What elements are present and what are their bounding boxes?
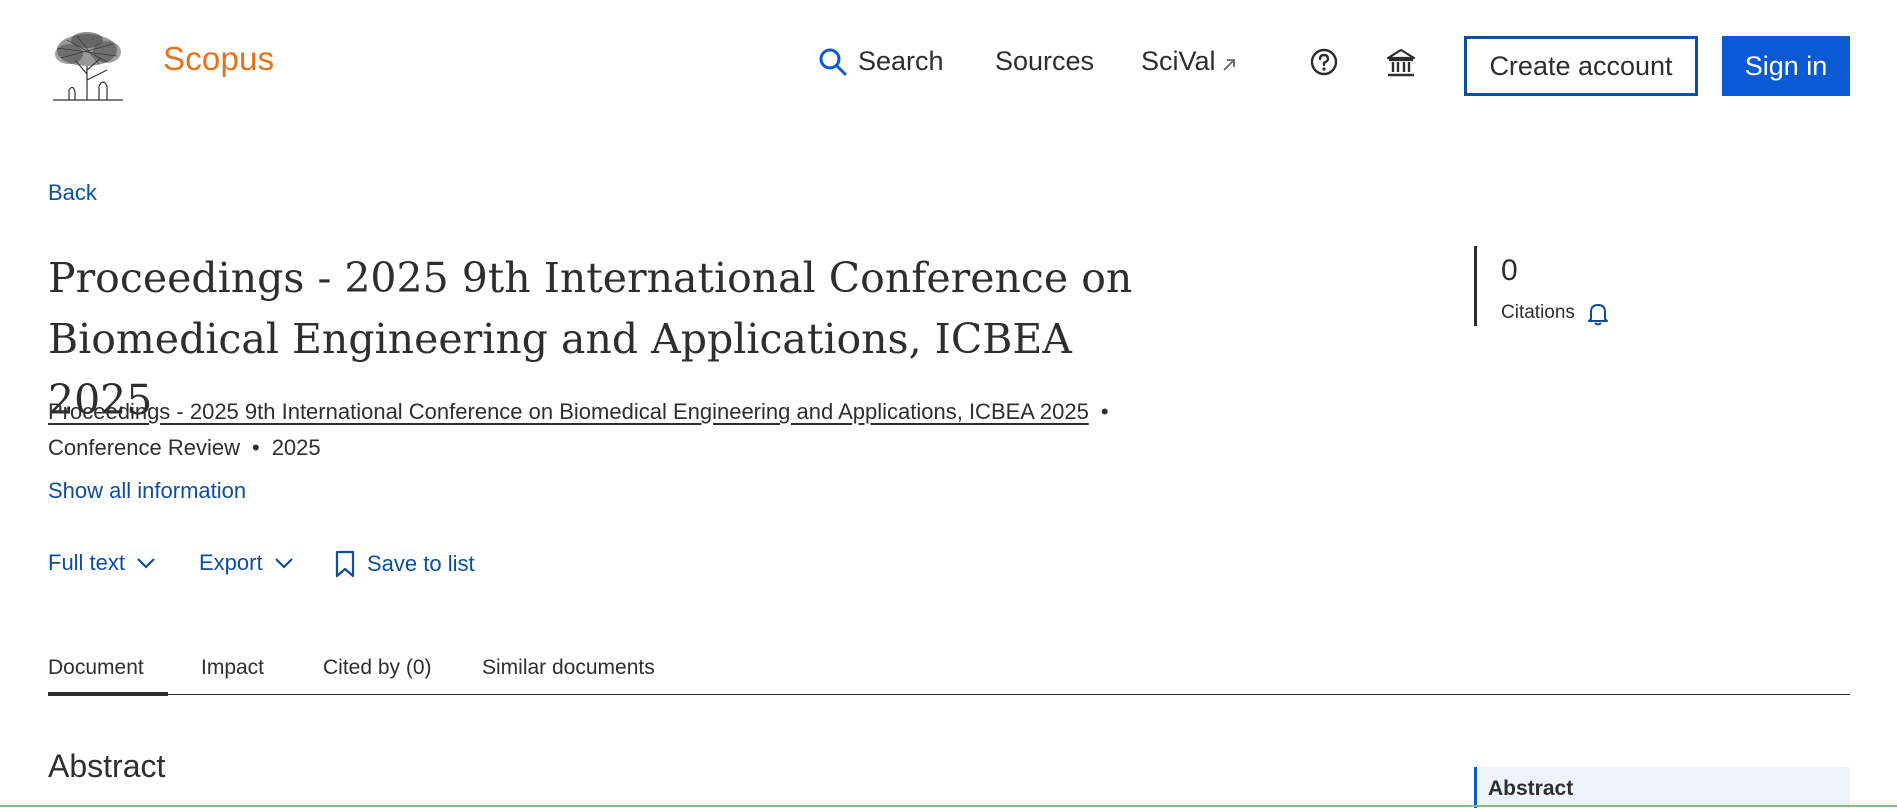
bottom-divider bbox=[0, 805, 1897, 807]
create-account-button[interactable]: Create account bbox=[1464, 36, 1698, 96]
bell-icon[interactable] bbox=[1585, 300, 1611, 326]
meta-separator: • bbox=[251, 435, 260, 460]
tab-similar-documents[interactable]: Similar documents bbox=[482, 656, 655, 694]
bookmark-icon bbox=[335, 550, 355, 578]
citations-label-row: Citations bbox=[1501, 300, 1611, 326]
brand-name[interactable]: Scopus bbox=[163, 40, 274, 78]
abstract-heading: Abstract bbox=[48, 748, 166, 784]
tab-cited-by[interactable]: Cited by (0) bbox=[323, 656, 432, 694]
document-year: 2025 bbox=[271, 435, 321, 460]
citations-count: 0 bbox=[1501, 254, 1518, 287]
chevron-down-icon bbox=[274, 558, 293, 569]
side-nav-abstract-label: Abstract bbox=[1488, 777, 1574, 800]
elsevier-tree-logo[interactable] bbox=[47, 30, 129, 104]
save-to-list-button[interactable]: Save to list bbox=[333, 550, 475, 578]
meta-separator: • bbox=[1100, 399, 1109, 424]
help-icon[interactable] bbox=[1310, 48, 1338, 76]
nav-scival-label: SciVal bbox=[1141, 46, 1216, 76]
document-meta: Proceedings - 2025 9th International Con… bbox=[48, 394, 1128, 466]
nav-search-label: Search bbox=[858, 46, 944, 76]
citations-divider bbox=[1474, 246, 1477, 326]
header: Scopus Search Sources SciVal Create acco… bbox=[0, 0, 1897, 130]
export-label: Export bbox=[199, 550, 263, 575]
citations-label: Citations bbox=[1501, 302, 1575, 323]
full-text-dropdown[interactable]: Full text bbox=[48, 550, 157, 576]
nav-sources[interactable]: Sources bbox=[995, 46, 1094, 77]
external-link-icon bbox=[1222, 58, 1235, 71]
export-dropdown[interactable]: Export bbox=[199, 550, 295, 576]
sign-in-button[interactable]: Sign in bbox=[1722, 36, 1850, 96]
tab-document[interactable]: Document bbox=[48, 656, 168, 696]
search-icon bbox=[819, 48, 847, 75]
save-to-list-label: Save to list bbox=[367, 551, 475, 576]
side-nav-abstract[interactable]: Abstract bbox=[1474, 767, 1850, 808]
full-text-label: Full text bbox=[48, 550, 126, 575]
back-link[interactable]: Back bbox=[48, 180, 97, 206]
nav-search[interactable]: Search bbox=[818, 46, 944, 77]
source-title-link[interactable]: Proceedings - 2025 9th International Con… bbox=[48, 399, 1089, 424]
document-type: Conference Review bbox=[48, 435, 240, 460]
show-all-information-link[interactable]: Show all information bbox=[48, 478, 246, 504]
tab-impact[interactable]: Impact bbox=[201, 656, 264, 694]
institution-icon[interactable] bbox=[1385, 47, 1417, 79]
nav-scival[interactable]: SciVal bbox=[1141, 46, 1238, 77]
chevron-down-icon bbox=[137, 558, 155, 569]
document-tabs: Document Impact Cited by (0) Similar doc… bbox=[48, 656, 1850, 696]
nav-sources-label: Sources bbox=[995, 46, 1095, 76]
